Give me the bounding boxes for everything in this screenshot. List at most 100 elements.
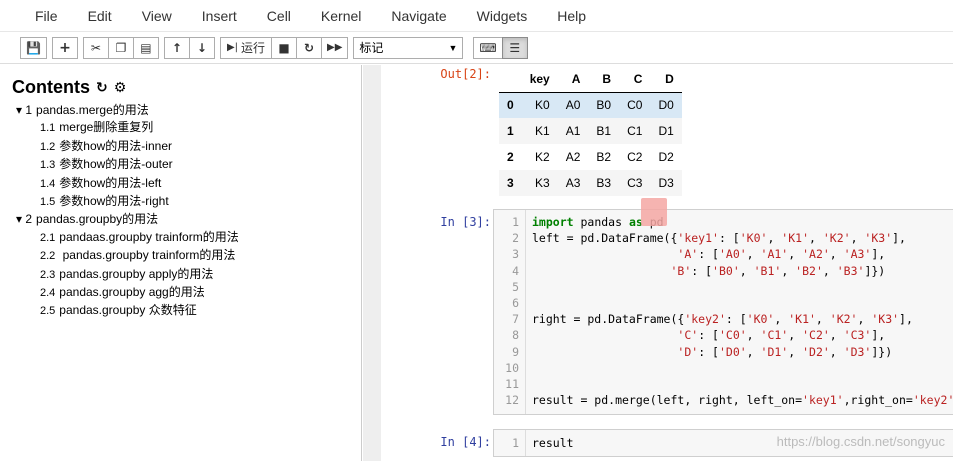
input-prompt-3: In [3]: <box>440 215 491 229</box>
table-cell: K3 <box>535 176 550 190</box>
line-number: 11 <box>505 376 519 391</box>
line-number: 10 <box>505 360 519 375</box>
toc-sidebar: Contents ↻ ⚙ ▾ 1 pandas.merge的用法 1.1 merge删… <box>0 65 362 461</box>
insert-cell-button[interactable]: + <box>51 36 78 59</box>
code-editor[interactable]: result <box>532 435 574 451</box>
table-cell: A1 <box>565 124 581 138</box>
run-label: 运行 <box>241 41 266 55</box>
table-cell: A3 <box>565 176 581 190</box>
toc-item[interactable]: 2.3 pandas.groupby apply的用法 <box>12 266 361 284</box>
toc-item-label: pandas.groupby trainform的用法 <box>59 248 236 263</box>
line-number: 1 <box>512 436 519 450</box>
line-number: 12 <box>505 393 519 408</box>
table-row: 0 K0 A0 B0 C0 D0 <box>499 92 682 118</box>
line-number: 7 <box>512 312 519 327</box>
toc-item-number: 2.2 <box>40 250 56 263</box>
toc-item-label: 参数how的用法-right <box>59 194 169 209</box>
toc-item[interactable]: 1.4 参数how的用法-left <box>12 175 361 193</box>
menu-navigate[interactable]: Navigate <box>376 8 461 24</box>
menu-widgets[interactable]: Widgets <box>462 8 543 24</box>
step-forward-icon: ▶| <box>226 42 239 53</box>
line-numbers: 1 <box>494 430 526 456</box>
run-button[interactable]: ▶| 运行 <box>219 36 273 59</box>
copy-icon: ❐ <box>115 40 127 55</box>
cell-type-select[interactable]: 标记 ▼ <box>353 36 464 59</box>
cut-button[interactable]: ✂ <box>82 36 109 59</box>
stop-icon: ■ <box>278 40 290 55</box>
toc-item-label: pandas.groupby agg的用法 <box>59 285 205 300</box>
table-cell: K1 <box>535 124 550 138</box>
column-header: C <box>619 66 651 93</box>
table-cell: D3 <box>658 176 674 190</box>
toc-item-number: 2.1 <box>40 231 56 244</box>
menu-edit[interactable]: Edit <box>73 8 127 24</box>
row-index: 2 <box>507 150 514 164</box>
line-number: 2 <box>512 231 519 246</box>
table-cell: A0 <box>565 98 581 113</box>
paste-button[interactable]: ▤ <box>132 36 159 59</box>
move-up-button[interactable]: ↑ <box>163 36 190 59</box>
toc-item[interactable]: 1.2 参数how的用法-inner <box>12 138 361 156</box>
code-line: left = pd.DataFrame({'key1': ['K0', 'K1'… <box>532 231 906 246</box>
toc-item[interactable]: 2.5 pandas.groupby 众数特征 <box>12 302 361 320</box>
code-line: 'D': ['D0', 'D1', 'D2', 'D3']}) <box>677 344 893 359</box>
table-cell: B2 <box>596 150 612 164</box>
caret-down-icon[interactable]: ▾ <box>16 212 25 226</box>
menu-kernel[interactable]: Kernel <box>306 8 376 24</box>
plus-icon: + <box>59 39 71 56</box>
row-index: 0 <box>507 98 514 113</box>
restart-button[interactable]: ↻ <box>296 36 323 59</box>
menu-insert[interactable]: Insert <box>187 8 252 24</box>
line-numbers: 1 2 3 4 5 6 7 8 9 10 11 12 <box>494 210 526 414</box>
table-cell: C2 <box>627 150 643 164</box>
table-cell: K0 <box>535 98 550 113</box>
toc-item-number: 1.5 <box>40 196 56 209</box>
menu-cell[interactable]: Cell <box>252 8 306 24</box>
watermark: https://blog.csdn.net/songyuc <box>776 434 945 449</box>
toc-item-label: pandaas.groupby trainform的用法 <box>59 229 239 244</box>
toc-item-label: pandas.groupby 众数特征 <box>59 303 197 318</box>
gear-icon[interactable]: ⚙ <box>114 79 127 96</box>
toc-item[interactable]: 1.3 参数how的用法-outer <box>12 156 361 174</box>
toc-item[interactable]: 1.1 merge删除重复列 <box>12 119 361 137</box>
code-cell-3[interactable]: 123456789101112 import pandas as pdleft … <box>493 209 953 415</box>
code-line: 'A': ['A0', 'A1', 'A2', 'A3'], <box>677 247 886 262</box>
save-button[interactable]: 💾 <box>20 36 47 59</box>
toc-item[interactable]: 2.1 pandaas.groupby trainform的用法 <box>12 229 361 247</box>
refresh-icon[interactable]: ↻ <box>96 79 108 96</box>
interrupt-button[interactable]: ■ <box>271 36 298 59</box>
code-line: 'C': ['C0', 'C1', 'C2', 'C3'], <box>677 328 886 343</box>
code-line: import pandas as pd <box>532 215 664 229</box>
command-palette-button[interactable]: ⌨ <box>473 36 503 59</box>
menu-bar: File Edit View Insert Cell Kernel Navigate Widg… <box>0 0 953 32</box>
toc-item-number: 1.1 <box>40 122 56 135</box>
menu-help[interactable]: Help <box>542 8 601 24</box>
toc-item-number: 1.4 <box>40 177 56 190</box>
table-cell: K2 <box>535 150 550 164</box>
caret-down-icon[interactable]: ▾ <box>16 103 25 117</box>
toc-item[interactable]: 1.5 参数how的用法-right <box>12 193 361 211</box>
column-header: A <box>557 66 589 93</box>
toc-item[interactable]: 2.2 pandas.groupby trainform的用法 <box>12 247 361 265</box>
toc-item[interactable]: ▾ 1 pandas.merge的用法 <box>12 102 361 119</box>
refresh-icon: ↻ <box>304 40 315 55</box>
row-index: 3 <box>507 176 514 190</box>
toc-toggle-button[interactable]: ☰ <box>501 36 528 59</box>
toc-item-number: 2 <box>25 212 33 227</box>
code-editor[interactable]: import pandas as pd left = pd.DataFrame({… <box>532 214 953 408</box>
table-cell: A2 <box>565 150 581 164</box>
line-number: 5 <box>512 279 519 294</box>
toc-item-label: 参数how的用法-outer <box>59 157 173 172</box>
menu-view[interactable]: View <box>127 8 187 24</box>
table-cell: B3 <box>596 176 612 190</box>
toc-item[interactable]: ▾ 2 pandas.groupby的用法 <box>12 211 361 228</box>
menu-file[interactable]: File <box>20 8 73 24</box>
notebook-left-gutter <box>363 65 381 461</box>
toc-item-label: 参数how的用法-left <box>59 175 162 190</box>
toc-item[interactable]: 2.4 pandas.groupby agg的用法 <box>12 284 361 302</box>
table-cell: D0 <box>658 98 674 113</box>
restart-run-all-button[interactable]: ▶▶ <box>321 36 349 59</box>
move-down-button[interactable]: ↓ <box>188 36 215 59</box>
toc-title: Contents <box>12 77 90 97</box>
copy-button[interactable]: ❐ <box>107 36 134 59</box>
